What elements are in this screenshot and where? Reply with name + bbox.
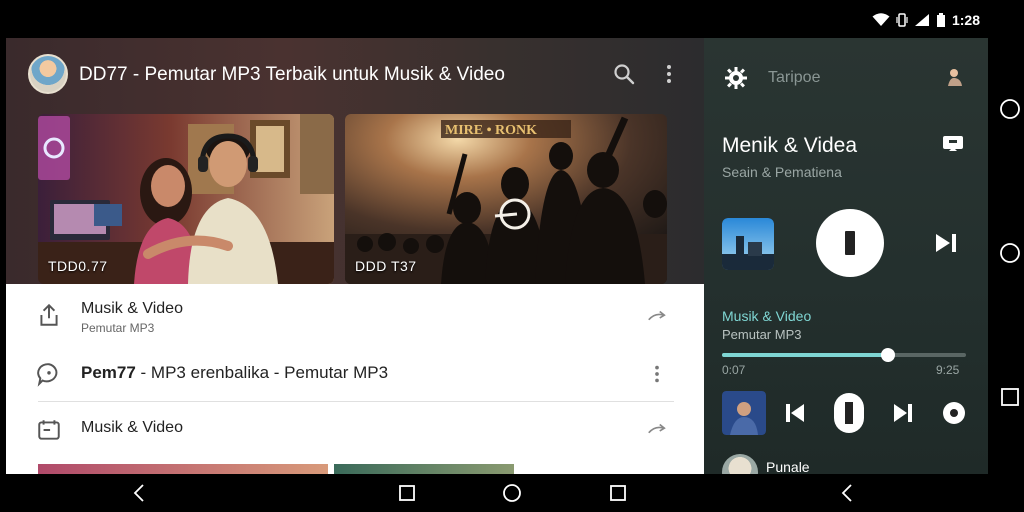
list-item-title-rest: - MP3 erenbalika - Pemutar MP3 [135, 363, 389, 382]
user-icon[interactable] [946, 66, 964, 88]
navigation-bar [0, 474, 1024, 512]
progress-knob[interactable] [880, 348, 895, 362]
battery-icon [936, 12, 945, 27]
next-thumbnail-edge[interactable] [38, 464, 328, 474]
recents-square-icon[interactable] [397, 483, 417, 503]
home-circle-icon[interactable] [999, 242, 1021, 264]
list-item[interactable]: Musik & Video [6, 402, 704, 458]
recents-square-icon[interactable] [608, 483, 628, 503]
mini-pause-button[interactable] [834, 393, 864, 433]
header-area: DD77 - Pemutar MP3 Terbaik untuk Musik &… [6, 38, 704, 284]
mini-album-art-image[interactable] [722, 391, 766, 435]
status-bar: 1:28 [704, 0, 988, 40]
skip-next-icon[interactable] [934, 232, 960, 254]
list-item[interactable]: Musik & Video Pemutar MP3 [6, 284, 704, 346]
wifi-icon [872, 13, 890, 26]
pause-icon [845, 231, 855, 255]
page-title: DD77 - Pemutar MP3 Terbaik untuk Musik &… [79, 64, 505, 85]
track-title: Musik & Video [722, 308, 812, 324]
main-panel: DD77 - Pemutar MP3 Terbaik untuk Musik &… [6, 38, 704, 474]
top-app-bar: DD77 - Pemutar MP3 Terbaik untuk Musik &… [6, 38, 704, 112]
thumbnail-label: TDD0.77 [48, 258, 108, 274]
chat-bubble-icon [37, 363, 58, 387]
home-circle-icon[interactable] [502, 483, 522, 503]
list-item[interactable]: Pem77 - MP3 erenbalika - Pemutar MP3 [6, 346, 704, 402]
more-vert-icon[interactable] [657, 62, 681, 86]
list-item-title: Musik & Video [81, 300, 183, 317]
progress-bar[interactable] [722, 348, 966, 362]
next-thumbnail-edge[interactable] [334, 464, 514, 474]
video-thumbnail-1[interactable]: TDD0.77 [38, 114, 334, 284]
recents-square-icon[interactable] [999, 386, 1021, 408]
search-icon[interactable] [612, 62, 636, 86]
player-panel: Taripoe Menik & Videa Seain & Pematiena … [704, 38, 988, 474]
list-item-title: Musik & Video [81, 419, 183, 436]
album-art-image[interactable] [722, 218, 774, 270]
video-thumbnail-2[interactable]: MIRE • RONK DDD T37 [345, 114, 667, 284]
vibrate-icon [896, 13, 908, 27]
track-subtitle: Pemutar MP3 [722, 327, 802, 342]
forward-arrow-icon[interactable] [646, 306, 668, 328]
skip-previous-icon[interactable] [784, 402, 806, 424]
mini-label: Punale [766, 459, 810, 474]
pause-icon [845, 402, 853, 424]
signal-icon [914, 14, 929, 26]
thumbnail-label: DDD T37 [355, 258, 417, 274]
more-vert-icon[interactable] [646, 363, 668, 385]
player-header-label: Taripoe [768, 69, 821, 86]
banner-text-image: MIRE • RONK [445, 123, 537, 138]
back-icon[interactable] [838, 483, 858, 503]
play-pause-button[interactable] [816, 209, 884, 277]
list-item-subtitle: Pemutar MP3 [81, 321, 155, 335]
list-item-title: Pem77 - MP3 erenbalika - Pemutar MP3 [81, 363, 388, 383]
screen: 1:28 DD77 - Pemutar MP3 Terbaik untuk Mu… [0, 0, 1024, 512]
skip-next-icon[interactable] [892, 402, 914, 424]
player-subtitle: Seain & Pematiena [722, 164, 842, 180]
avatar[interactable] [28, 54, 68, 94]
back-icon[interactable] [130, 483, 150, 503]
progress-fill [722, 353, 888, 357]
gear-icon[interactable] [724, 66, 748, 90]
home-circle-icon[interactable] [999, 98, 1021, 120]
calendar-icon [38, 420, 60, 440]
status-time: 1:28 [951, 12, 980, 28]
time-elapsed: 0:07 [722, 363, 746, 377]
list-item-title-bold: Pem77 [81, 363, 136, 382]
time-total: 9:25 [936, 363, 960, 377]
player-title: Menik & Videa [722, 134, 858, 157]
forward-arrow-icon[interactable] [646, 419, 668, 441]
mini-avatar[interactable] [722, 454, 758, 474]
record-icon[interactable] [942, 401, 966, 425]
share-upload-icon [40, 303, 58, 326]
cast-icon[interactable] [942, 134, 964, 154]
